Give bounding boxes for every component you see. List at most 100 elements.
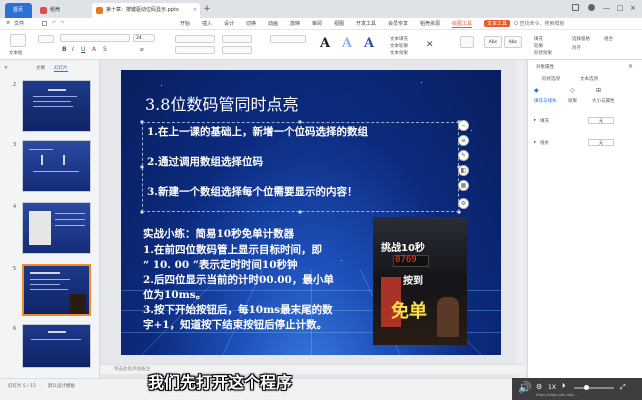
shape-style-3[interactable]: Abc — [504, 36, 522, 48]
menu-insert[interactable]: 插入 — [202, 20, 212, 27]
shape-outline-button[interactable]: 轮廓 — [534, 43, 543, 49]
clear-format-icon[interactable]: ⌀ — [140, 46, 144, 53]
menu-animation[interactable]: 动画 — [268, 20, 278, 27]
list-buttons[interactable] — [175, 35, 215, 43]
command-search[interactable]: Q 查找命令、搜索模板 — [514, 20, 565, 27]
align-buttons[interactable] — [175, 46, 215, 54]
underline-icon[interactable]: U — [81, 46, 85, 53]
menu-drawing-tools[interactable]: 绘图工具 — [452, 20, 473, 28]
fullscreen-icon[interactable]: ⤢ — [620, 383, 626, 392]
slide-thumbnail[interactable] — [22, 80, 91, 132]
font-color-icon[interactable]: A — [92, 46, 96, 53]
volume-icon[interactable]: 🔊 — [518, 381, 532, 394]
text-fill-button[interactable]: 文本填充 — [390, 36, 408, 42]
slide-number: 4 — [13, 204, 17, 210]
menu-slideshow[interactable]: 放映 — [290, 20, 300, 27]
vertical-scrollbar[interactable] — [516, 60, 524, 378]
resize-handle[interactable] — [140, 210, 144, 214]
slide-count: 幻灯片 5 / 15 — [8, 384, 36, 389]
tab-outline[interactable]: 大纲 — [36, 65, 45, 71]
avatar[interactable] — [588, 4, 595, 11]
resize-handle[interactable] — [140, 165, 144, 169]
tab-slides[interactable]: 幻灯片 — [54, 65, 68, 72]
menu-start[interactable]: 开始 — [180, 20, 190, 27]
menu-developer[interactable]: 开发工具 — [356, 20, 376, 27]
menu-view[interactable]: 视图 — [334, 20, 344, 27]
line-chevron-icon[interactable]: ▸ — [534, 140, 536, 145]
close-panel-icon[interactable]: × — [628, 63, 633, 70]
fill-icon[interactable]: ◧ — [458, 165, 469, 176]
text-direction-button[interactable] — [222, 46, 252, 54]
selection-pane-button[interactable]: 选择窗格 — [572, 36, 590, 42]
menu-member[interactable]: 会员专享 — [388, 20, 408, 27]
text-effect-button[interactable]: 文本效果 — [390, 50, 408, 56]
slide-photo[interactable]: 挑战10秒 0769 按到 免单 — [373, 217, 467, 345]
bold-icon[interactable]: B — [62, 46, 67, 53]
cut-icon[interactable] — [38, 35, 54, 43]
resize-handle[interactable] — [298, 210, 302, 214]
tab-fill-line[interactable]: 填充与线条 — [534, 98, 557, 104]
shape-fill-button[interactable]: 填充 — [534, 36, 543, 42]
shape-style-1[interactable] — [460, 36, 474, 48]
slide[interactable]: 3.8位数码管同时点亮 1.在上一课的基础上，新增一个位码选择的数组 2.通过调… — [121, 70, 501, 355]
redo-icon[interactable]: ↷ — [60, 20, 64, 26]
shape-effect-button[interactable]: 形状效果 — [534, 50, 552, 56]
menu-hamburger-icon[interactable]: ≡ — [6, 20, 10, 26]
font-family-select[interactable] — [60, 34, 130, 42]
group-button[interactable]: 组合 — [604, 36, 613, 42]
slide-thumbnail[interactable] — [22, 140, 91, 192]
shape-style-2[interactable]: Abc — [484, 36, 502, 48]
italic-icon[interactable]: I — [72, 46, 74, 53]
menu-text-tools[interactable]: 文本工具 — [484, 20, 511, 27]
slide-thumbnail-selected[interactable] — [22, 264, 91, 316]
speed-icon[interactable]: ⏵ — [562, 382, 566, 391]
tab-home[interactable]: 首页 — [5, 3, 32, 18]
undo-icon[interactable]: ↶ — [52, 20, 56, 26]
strikethrough-icon[interactable]: S — [103, 46, 107, 53]
menu-design[interactable]: 设计 — [224, 20, 234, 27]
settings-gear-icon[interactable]: ⚙ — [536, 383, 542, 391]
close-tab-icon[interactable]: × — [193, 3, 197, 18]
minimize-icon[interactable]: — — [603, 4, 610, 12]
tab-size-properties[interactable]: 大小与属性 — [592, 98, 615, 104]
slide-title[interactable]: 3.8位数码管同时点亮 — [145, 91, 298, 115]
tab-shell[interactable]: 稻壳 — [36, 3, 90, 18]
image-icon[interactable]: ▦ — [458, 180, 469, 191]
text-style-blue[interactable]: A — [364, 36, 374, 51]
new-tab-icon[interactable]: + — [202, 4, 212, 14]
menu-docer[interactable]: 稻壳资源 — [420, 20, 440, 27]
minus-icon[interactable]: − — [458, 120, 469, 131]
zoom-level[interactable]: 1X — [548, 384, 556, 391]
text-style-blue-light[interactable]: A — [342, 36, 352, 51]
tab-effect[interactable]: 效果 — [568, 98, 577, 104]
font-size-select[interactable]: 24 — [133, 34, 155, 42]
text-style-black[interactable]: A — [320, 36, 330, 51]
text-outline-button[interactable]: 文本轮廓 — [390, 43, 408, 49]
tab-shape-options[interactable]: 形状选项 — [542, 76, 560, 82]
fill-chevron-icon[interactable]: ▸ — [534, 118, 536, 123]
line-spacing-button[interactable] — [222, 35, 252, 43]
paragraph-button[interactable] — [270, 35, 306, 43]
menu-transition[interactable]: 切换 — [246, 20, 256, 27]
textbox-button[interactable] — [10, 34, 26, 47]
fill-select[interactable]: 无 — [588, 117, 614, 124]
close-window-icon[interactable]: × — [630, 4, 636, 12]
line-select[interactable]: 无 — [588, 139, 614, 146]
menu-file[interactable]: 文件 — [14, 20, 24, 27]
tab-document[interactable]: 第十章：按键驱动位码显示.pptx × — [92, 3, 200, 18]
video-subtitle: 我们先打开这个程序 — [148, 373, 293, 392]
pen-icon[interactable]: ✎ — [458, 150, 469, 161]
save-icon[interactable] — [42, 21, 47, 26]
slide-thumbnail[interactable] — [22, 202, 91, 254]
layout-icon[interactable] — [572, 4, 579, 11]
zoom-slider[interactable] — [574, 385, 614, 390]
align-button[interactable]: 对齐 — [572, 45, 581, 51]
menu-review[interactable]: 审阅 — [312, 20, 322, 27]
collapse-panel-icon[interactable]: « — [4, 64, 8, 71]
settings-icon[interactable]: ⚙ — [458, 198, 469, 209]
layers-icon[interactable]: ≡ — [458, 135, 469, 146]
resize-handle[interactable] — [140, 120, 144, 124]
slide-thumbnail[interactable] — [22, 324, 91, 368]
tab-text-options[interactable]: 文本选项 — [580, 76, 598, 82]
maximize-icon[interactable]: □ — [617, 4, 624, 12]
